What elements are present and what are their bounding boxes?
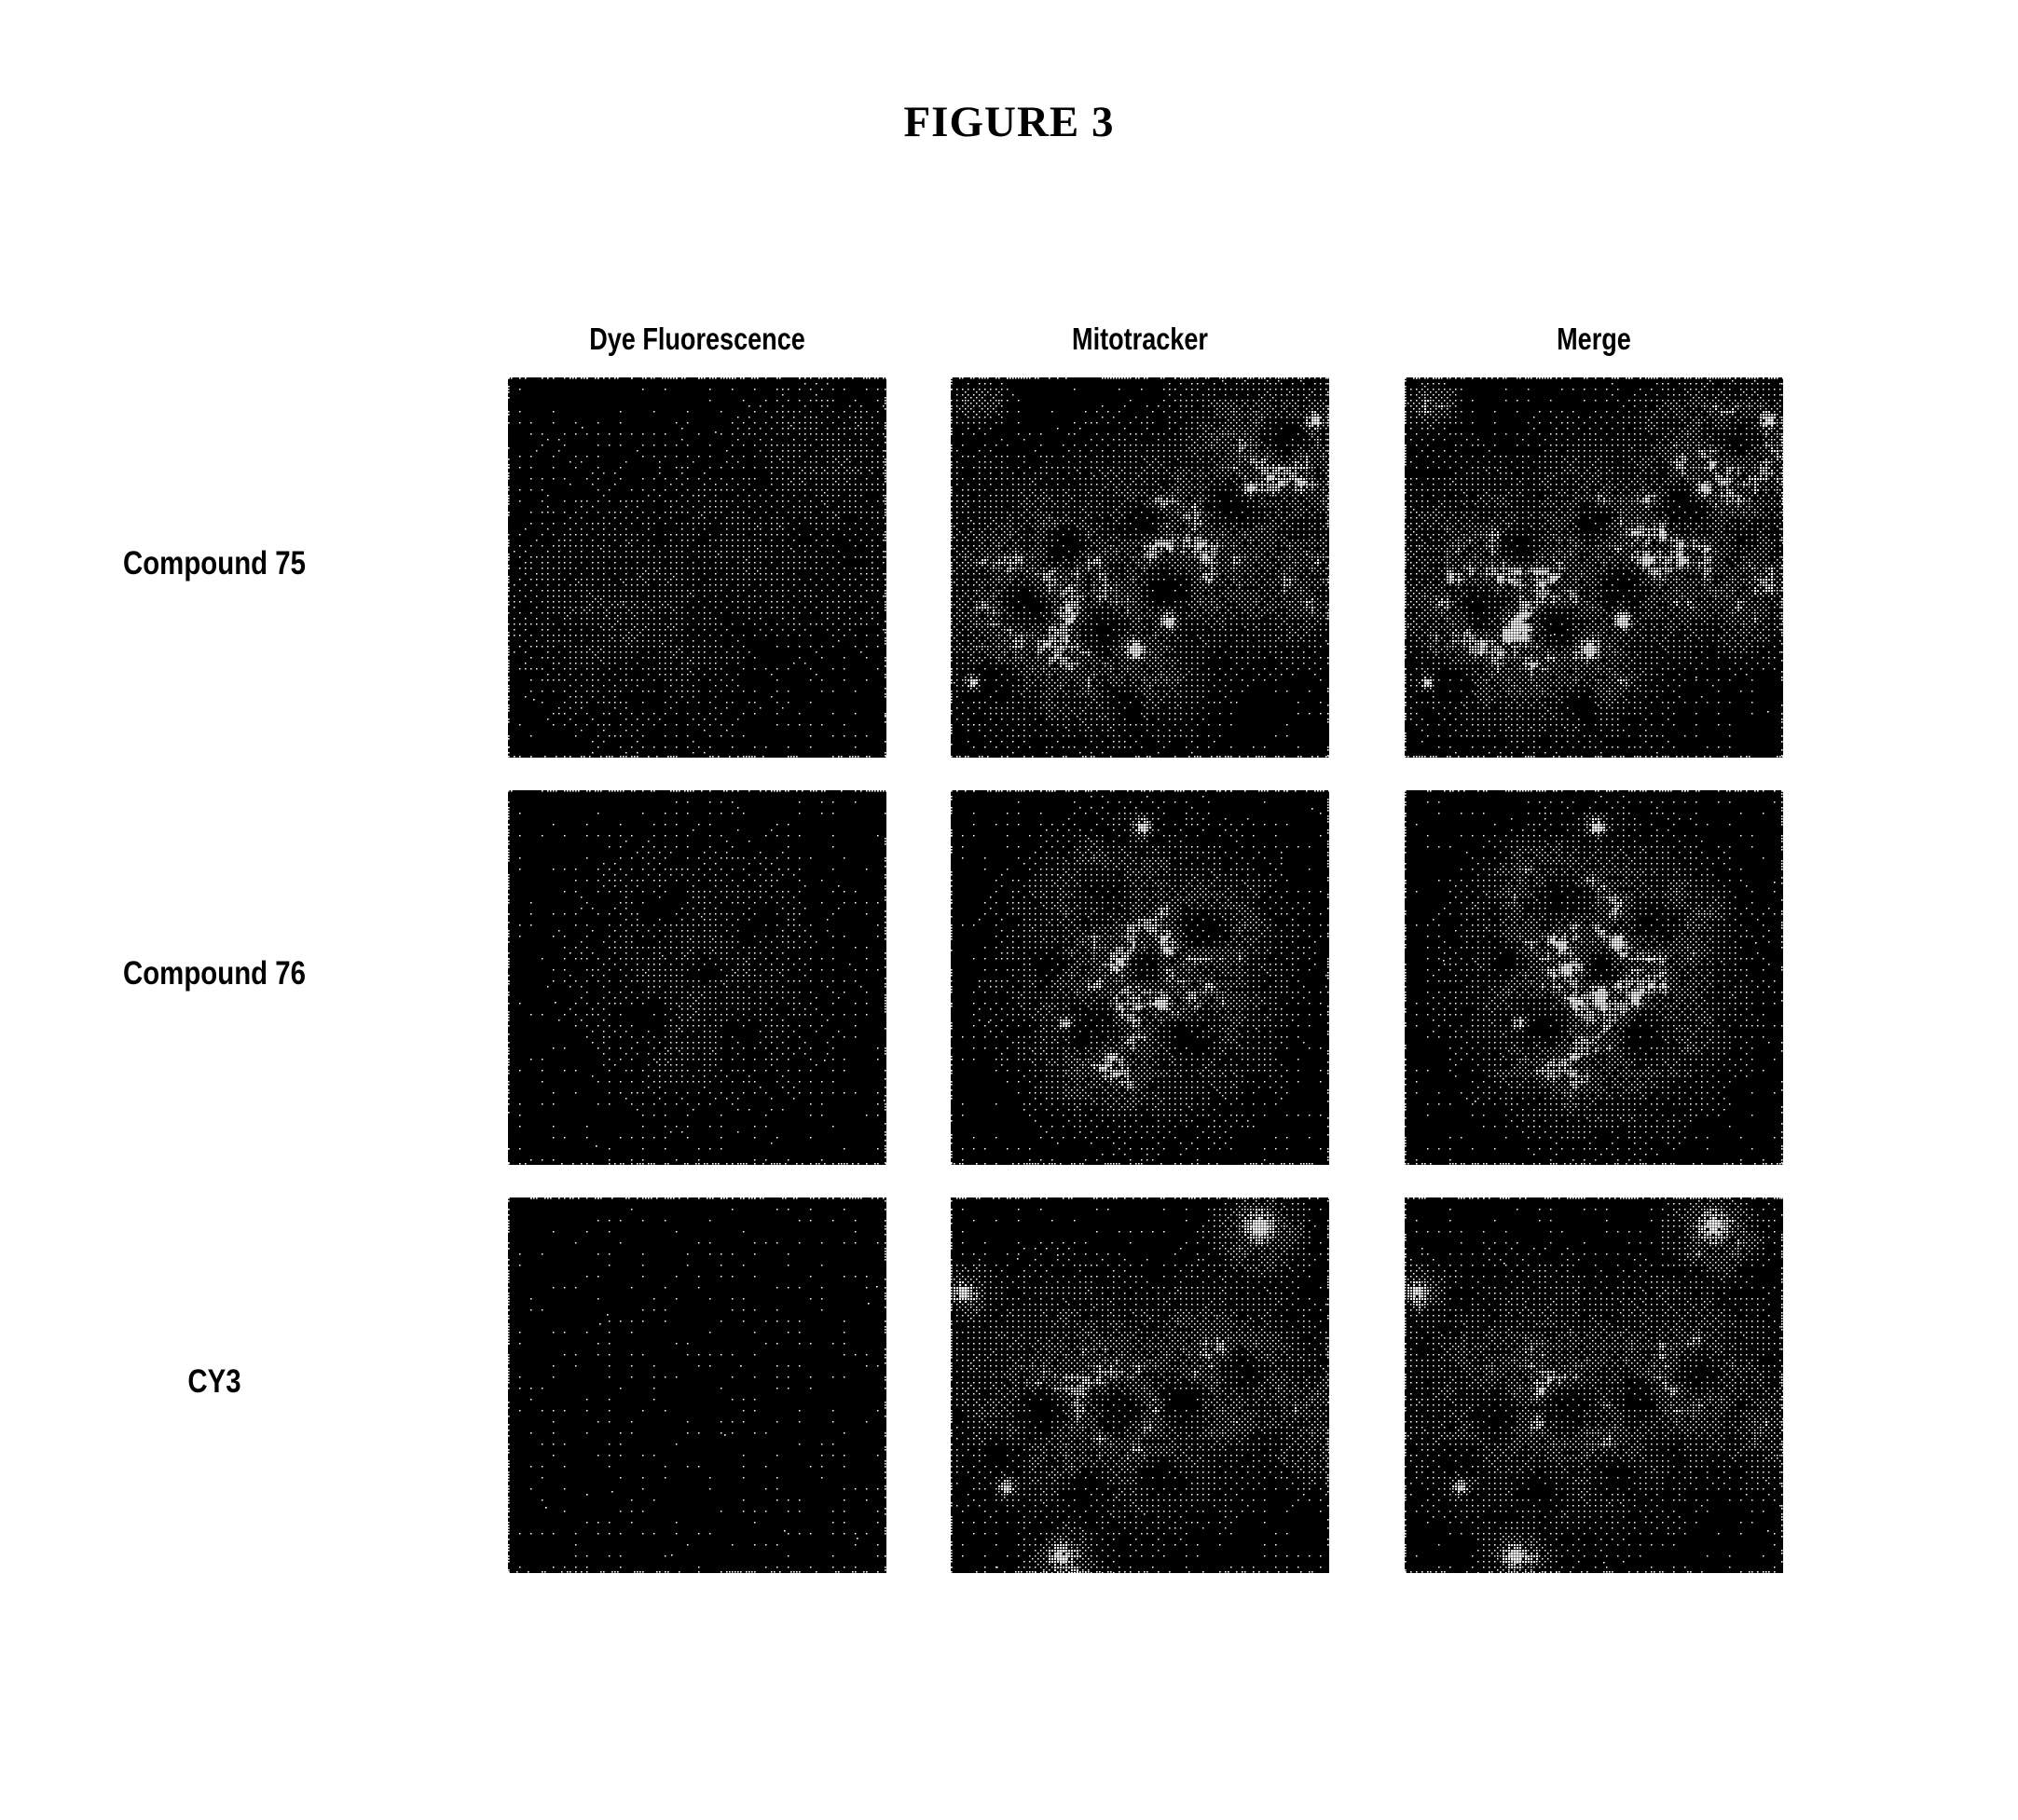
micrograph-canvas-compound-76-mitotracker <box>951 790 1329 1165</box>
row-label-compound-76: Compound 76 <box>122 955 306 992</box>
micrograph-panel-compound-75-merge <box>1405 377 1783 758</box>
micrograph-canvas-compound-76-dye-fluorescence <box>508 790 886 1165</box>
micrograph-panel-cy3-dye-fluorescence <box>508 1197 886 1573</box>
micrograph-panel-compound-76-dye-fluorescence <box>508 790 886 1165</box>
micrograph-panel-cy3-mitotracker <box>951 1197 1329 1573</box>
column-header-mitotracker: Mitotracker <box>1072 322 1208 356</box>
micrograph-panel-compound-76-merge <box>1405 790 1783 1165</box>
micrograph-panel-compound-75-mitotracker <box>951 377 1329 758</box>
column-header-merge: Merge <box>1557 322 1631 356</box>
micrograph-canvas-cy3-mitotracker <box>951 1197 1329 1573</box>
micrograph-canvas-cy3-dye-fluorescence <box>508 1197 886 1573</box>
micrograph-canvas-compound-75-merge <box>1405 377 1783 758</box>
micrograph-canvas-compound-75-dye-fluorescence <box>508 377 886 758</box>
micrograph-panel-cy3-merge <box>1405 1197 1783 1573</box>
micrograph-canvas-cy3-merge <box>1405 1197 1783 1573</box>
micrograph-canvas-compound-76-merge <box>1405 790 1783 1165</box>
figure-panel-grid: Dye Fluorescence Mitotracker Merge Compound… <box>0 0 2018 1820</box>
micrograph-panel-compound-76-mitotracker <box>951 790 1329 1165</box>
micrograph-panel-compound-75-dye-fluorescence <box>508 377 886 758</box>
row-label-compound-75: Compound 75 <box>122 545 306 582</box>
micrograph-canvas-compound-75-mitotracker <box>951 377 1329 758</box>
column-header-dye-fluorescence: Dye Fluorescence <box>589 322 805 356</box>
row-label-cy3: CY3 <box>187 1362 241 1400</box>
